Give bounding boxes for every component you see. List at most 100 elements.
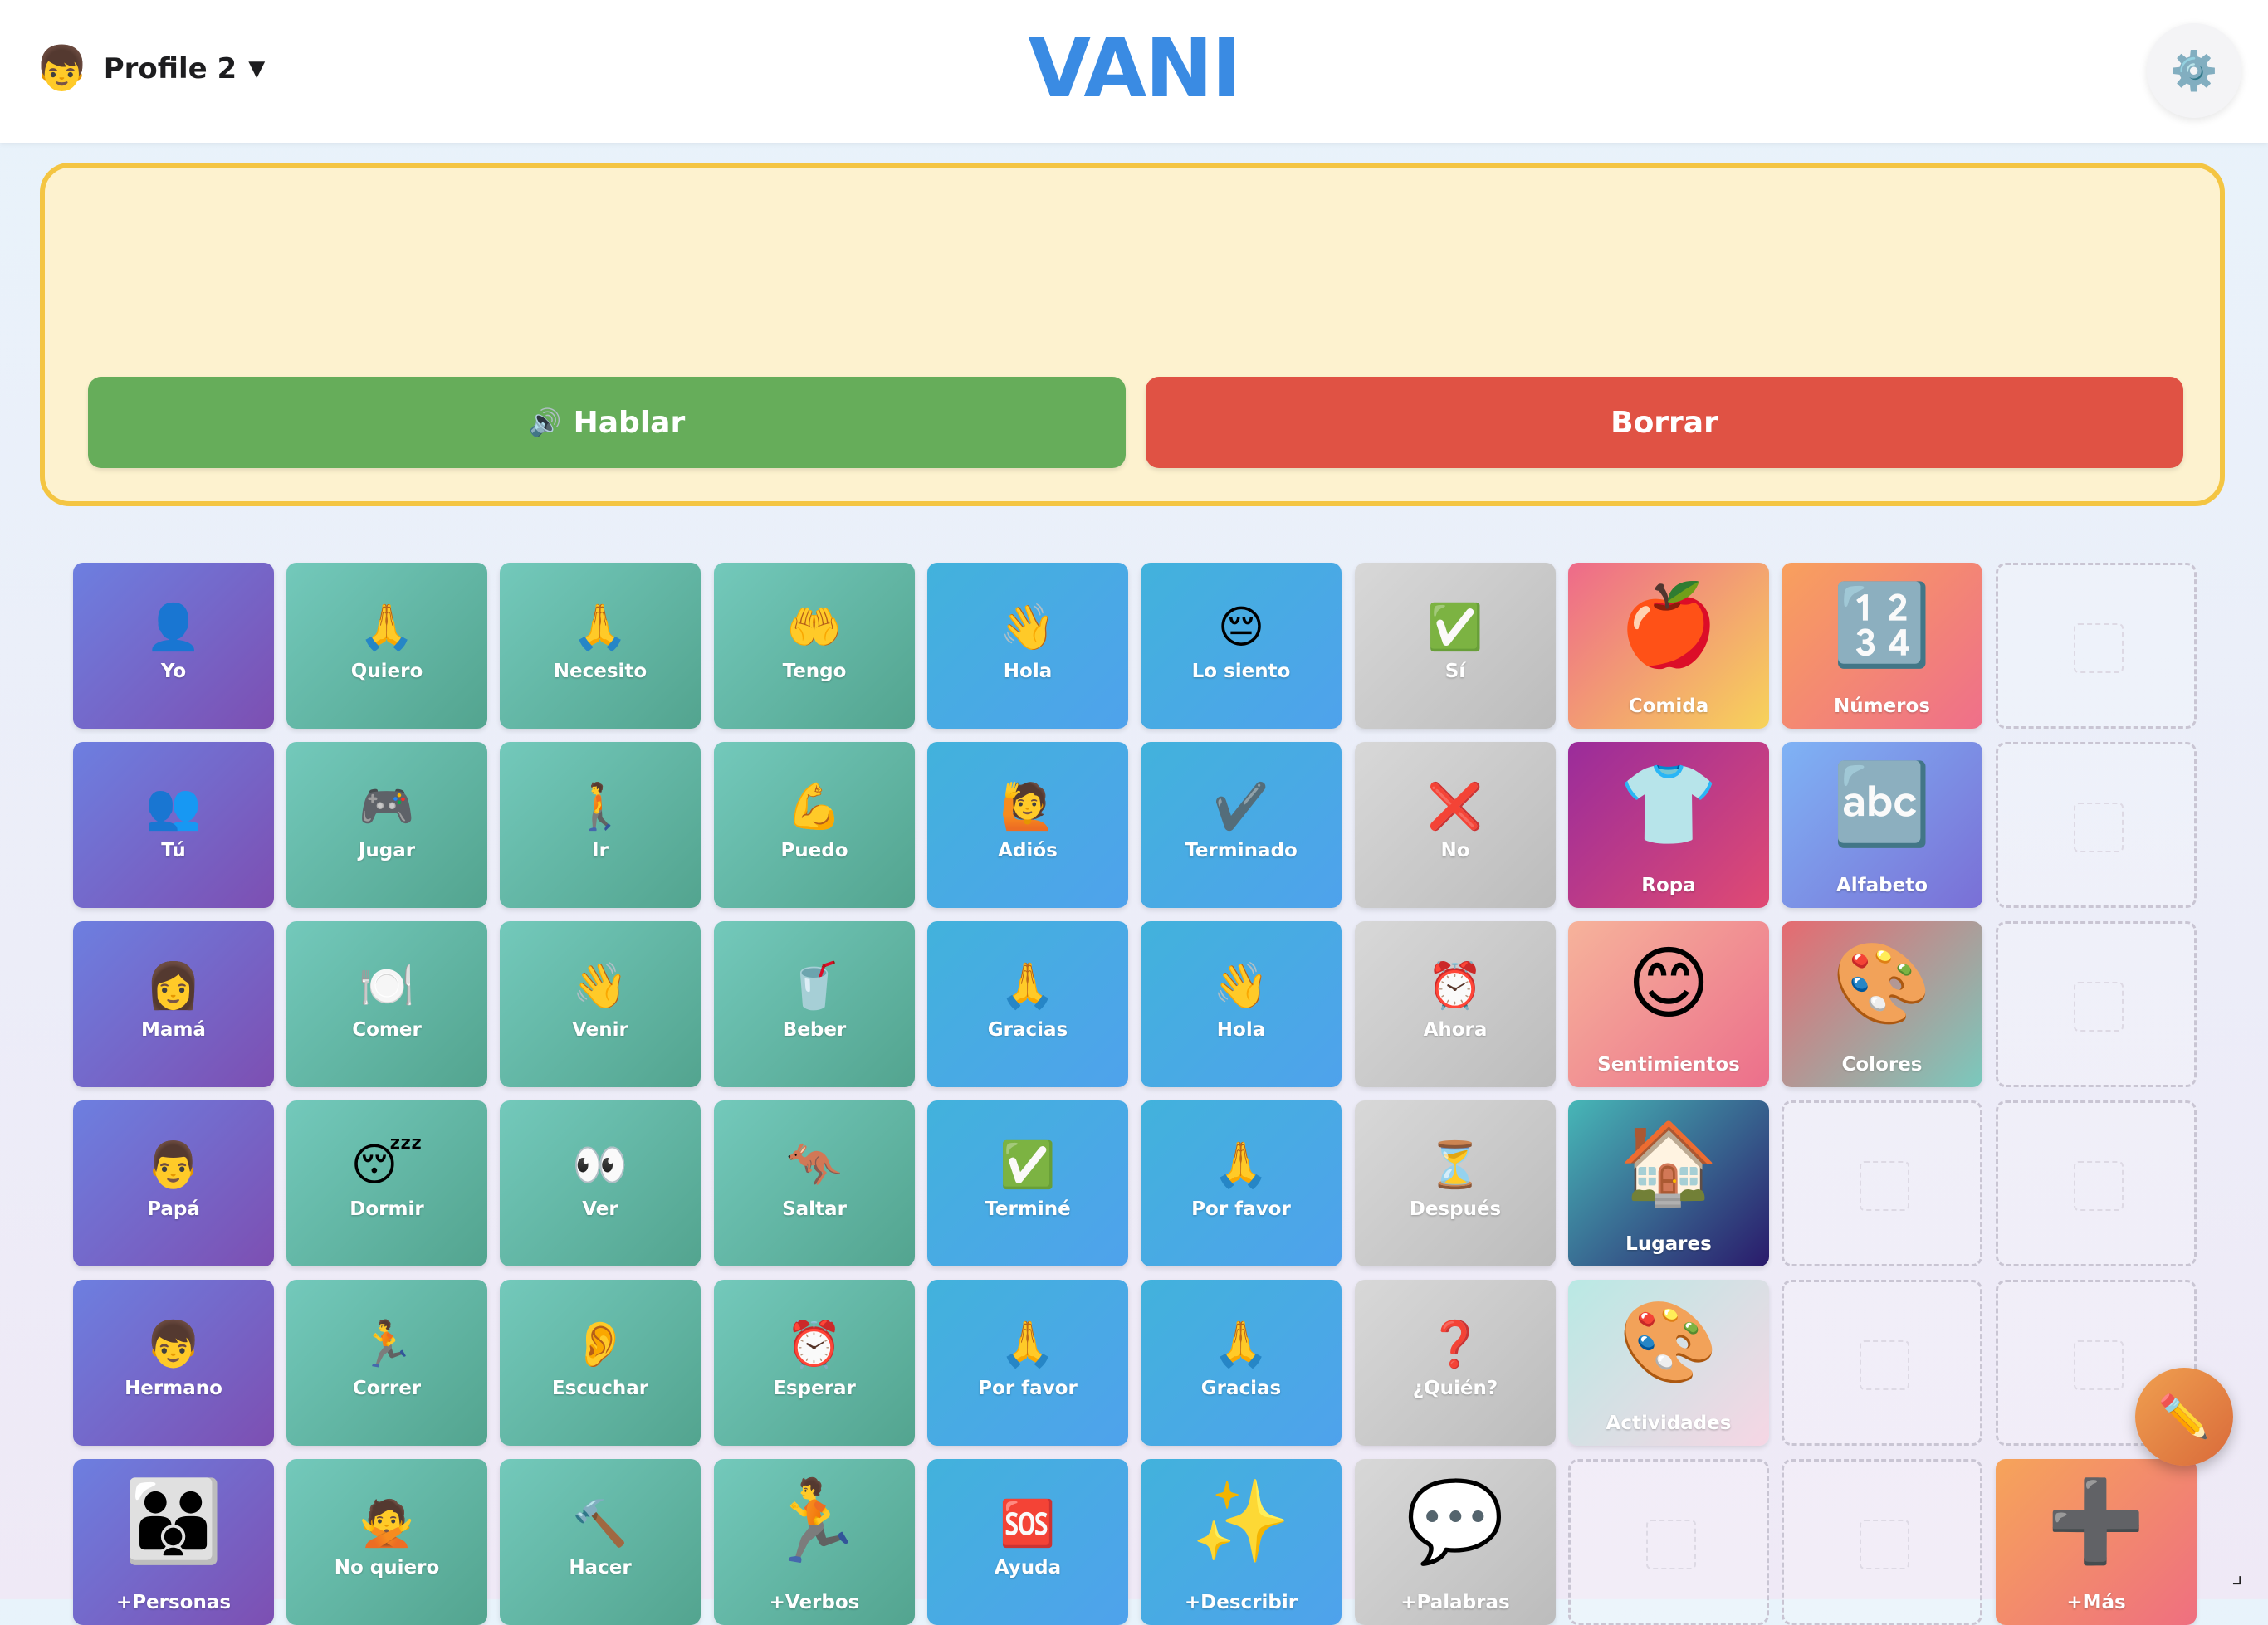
- tile-mas[interactable]: ➕ +Más: [1996, 1459, 2197, 1625]
- tile-label: Comida: [1628, 695, 1709, 717]
- tile-tengo[interactable]: 🤲 Tengo: [714, 563, 915, 729]
- tile-colores[interactable]: 🎨 Colores: [1782, 921, 1982, 1087]
- tile-label: Venir: [572, 1019, 628, 1041]
- tile-sentimientos[interactable]: 😊 Sentimientos: [1568, 921, 1769, 1087]
- tile-yo[interactable]: 👤 Yo: [73, 563, 274, 729]
- tile-lugares[interactable]: 🏠 Lugares: [1568, 1100, 1769, 1266]
- speak-button[interactable]: 🔊 Hablar: [88, 377, 1126, 468]
- tile-label: Necesito: [553, 661, 648, 682]
- abc-icon: 🔤: [1832, 758, 1932, 851]
- tile-label: +Palabras: [1400, 1592, 1510, 1613]
- tile-label: Terminado: [1185, 840, 1298, 861]
- tile-personas[interactable]: 👪 +Personas: [73, 1459, 274, 1625]
- tile-jugar[interactable]: 🎮 Jugar: [286, 742, 487, 908]
- tile-gracias[interactable]: 🙏 Gracias: [927, 921, 1128, 1087]
- tile-tu[interactable]: 👥 Tú: [73, 742, 274, 908]
- tile-label: Hola: [1003, 661, 1053, 682]
- tile-label: Lugares: [1625, 1233, 1712, 1255]
- tile-quien[interactable]: ❓ ¿Quién?: [1355, 1280, 1556, 1446]
- tile-hola[interactable]: 👋 Hola: [927, 563, 1128, 729]
- sentence-strip[interactable]: [88, 191, 2177, 340]
- tile-label: Yo: [160, 661, 187, 682]
- tile-comida[interactable]: 🍎 Comida: [1568, 563, 1769, 729]
- tile-puedo[interactable]: 💪 Puedo: [714, 742, 915, 908]
- tile-label: Sí: [1444, 661, 1466, 682]
- hourglass-icon: ⏳: [1427, 1139, 1483, 1191]
- tile-venir[interactable]: 👋 Venir: [500, 921, 701, 1087]
- tile-gracias-2[interactable]: 🙏 Gracias: [1141, 1280, 1342, 1446]
- tile-label: Mamá: [141, 1019, 206, 1041]
- empty-slot[interactable]: [1568, 1459, 1769, 1625]
- empty-slot[interactable]: [1782, 1459, 1982, 1625]
- tile-label: Adiós: [998, 840, 1058, 861]
- tile-correr[interactable]: 🏃 Correr: [286, 1280, 487, 1446]
- tile-no-quiero[interactable]: 🙅 No quiero: [286, 1459, 487, 1625]
- tile-beber[interactable]: 🥤 Beber: [714, 921, 915, 1087]
- tile-dormir[interactable]: 😴 Dormir: [286, 1100, 487, 1266]
- tile-hermano[interactable]: 👦 Hermano: [73, 1280, 274, 1446]
- tile-no[interactable]: ❌ No: [1355, 742, 1556, 908]
- family-icon: 👪: [124, 1475, 223, 1568]
- tile-quiero[interactable]: 🙏 Quiero: [286, 563, 487, 729]
- tile-mama[interactable]: 👩 Mamá: [73, 921, 274, 1087]
- boy-icon: 👦: [145, 1318, 202, 1370]
- tile-ir[interactable]: 🚶 Ir: [500, 742, 701, 908]
- tile-label: Comer: [352, 1019, 422, 1041]
- settings-button[interactable]: ⚙️: [2147, 23, 2241, 118]
- tile-numeros[interactable]: 🔢 Números: [1782, 563, 1982, 729]
- tile-hola-2[interactable]: 👋 Hola: [1141, 921, 1342, 1087]
- tile-label: Ahora: [1423, 1019, 1488, 1041]
- tile-label: No quiero: [334, 1557, 440, 1579]
- cross-mark-icon: ❌: [1427, 780, 1483, 832]
- tile-describir[interactable]: ✨ +Describir: [1141, 1459, 1342, 1625]
- question-mark-icon: ❓: [1427, 1318, 1483, 1370]
- empty-slot[interactable]: [1996, 921, 2197, 1087]
- tile-actividades[interactable]: 🎨 Actividades: [1568, 1280, 1769, 1446]
- empty-slot[interactable]: [1996, 1100, 2197, 1266]
- empty-slot[interactable]: [1782, 1100, 1982, 1266]
- tile-ver[interactable]: 👀 Ver: [500, 1100, 701, 1266]
- tile-label: Después: [1409, 1198, 1502, 1220]
- tile-esperar[interactable]: ⏰ Esperar: [714, 1280, 915, 1446]
- tile-escuchar[interactable]: 👂 Escuchar: [500, 1280, 701, 1446]
- tile-si[interactable]: ✅ Sí: [1355, 563, 1556, 729]
- tile-adios[interactable]: 🙋 Adiós: [927, 742, 1128, 908]
- tile-label: Jugar: [358, 840, 416, 861]
- praying-hands-icon: 🙏: [359, 601, 415, 653]
- tile-label: Hacer: [569, 1557, 632, 1579]
- tile-por-favor-2[interactable]: 🙏 Por favor: [927, 1280, 1128, 1446]
- tile-hacer[interactable]: 🔨 Hacer: [500, 1459, 701, 1625]
- tile-necesito[interactable]: 🙏 Necesito: [500, 563, 701, 729]
- smiling-face-icon: 😊: [1626, 937, 1711, 1030]
- man-icon: 👨: [145, 1139, 202, 1191]
- tile-termine[interactable]: ✅ Terminé: [927, 1100, 1128, 1266]
- open-hands-icon: 🤲: [786, 601, 843, 653]
- clear-button[interactable]: Borrar: [1146, 377, 2183, 468]
- tile-verbos[interactable]: 🏃 +Verbos: [714, 1459, 915, 1625]
- edit-button[interactable]: ✏️: [2135, 1368, 2233, 1466]
- tile-papa[interactable]: 👨 Papá: [73, 1100, 274, 1266]
- resize-handle-icon[interactable]: ⌟: [2231, 1560, 2243, 1589]
- tile-ayuda[interactable]: 🆘 Ayuda: [927, 1459, 1128, 1625]
- empty-slot[interactable]: [1782, 1280, 1982, 1446]
- tile-ropa[interactable]: 👕 Ropa: [1568, 742, 1769, 908]
- app-header: 👦 Profile 2 ▼ VANI ⚙️: [0, 0, 2268, 143]
- empty-slot[interactable]: [1996, 742, 2197, 908]
- tile-label: +Más: [2066, 1592, 2126, 1613]
- empty-slot[interactable]: [1996, 563, 2197, 729]
- tile-por-favor[interactable]: 🙏 Por favor: [1141, 1100, 1342, 1266]
- speak-button-label: Hablar: [573, 405, 686, 440]
- tile-despues[interactable]: ⏳ Después: [1355, 1100, 1556, 1266]
- tile-palabras[interactable]: 💬 +Palabras: [1355, 1459, 1556, 1625]
- tile-lo-siento[interactable]: 😔 Lo siento: [1141, 563, 1342, 729]
- tile-label: +Describir: [1184, 1592, 1298, 1613]
- tile-alfabeto[interactable]: 🔤 Alfabeto: [1782, 742, 1982, 908]
- tile-ahora[interactable]: ⏰ Ahora: [1355, 921, 1556, 1087]
- eyes-icon: 👀: [572, 1139, 628, 1191]
- tile-saltar[interactable]: 🦘 Saltar: [714, 1100, 915, 1266]
- people-icon: 👥: [145, 780, 202, 832]
- tile-terminado[interactable]: ✔️ Terminado: [1141, 742, 1342, 908]
- running-person-icon: 🏃: [765, 1475, 864, 1568]
- tile-comer[interactable]: 🍽️ Comer: [286, 921, 487, 1087]
- person-waving-icon: 🙋: [1000, 780, 1056, 832]
